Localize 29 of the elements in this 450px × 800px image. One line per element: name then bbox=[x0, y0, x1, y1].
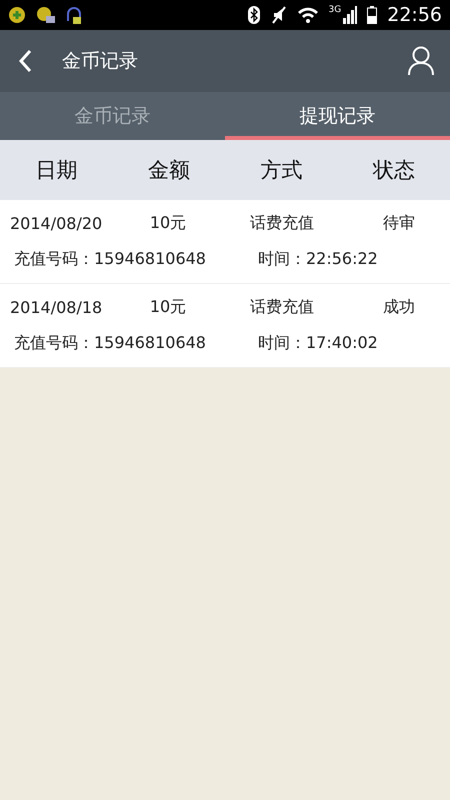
column-header: 金额 bbox=[146, 157, 191, 184]
back-icon[interactable] bbox=[18, 49, 32, 73]
wifi-icon bbox=[296, 7, 319, 23]
signal-icon bbox=[343, 6, 358, 24]
date-text: 2014/08/18 bbox=[9, 298, 104, 318]
record-row[interactable]: 2014/08/20 10元 话费充值 待审 充值号码：15946810648 时间：22:56:22 bbox=[0, 200, 450, 284]
method-text: 话费充值 bbox=[249, 213, 315, 234]
column-header: 状态 bbox=[372, 157, 416, 184]
record-row[interactable]: 2014/08/18 10元 话费充值 成功 充值号码：15946810648 时间：17:40:02 bbox=[0, 284, 450, 368]
screen-title: 金币记录 bbox=[62, 49, 139, 74]
network-type: 3G bbox=[328, 5, 342, 15]
time-text: 时间：22:56:22 bbox=[257, 248, 379, 270]
status-text: 成功 bbox=[382, 297, 416, 318]
clock: 22:56 bbox=[387, 4, 442, 26]
column-header: 方式 bbox=[259, 157, 304, 184]
user-icon[interactable] bbox=[408, 46, 434, 76]
amount-text: 10元 bbox=[148, 297, 188, 318]
phone-text: 充值号码：15946810648 bbox=[13, 332, 207, 354]
time-text: 时间：17:40:02 bbox=[257, 332, 379, 354]
phone-text: 充值号码：15946810648 bbox=[13, 248, 207, 270]
date-text: 2014/08/20 bbox=[9, 214, 104, 234]
column-header: 日期 bbox=[34, 157, 78, 184]
amount-text: 10元 bbox=[148, 213, 188, 234]
mute-icon bbox=[270, 6, 287, 24]
bluetooth-icon bbox=[246, 5, 261, 25]
battery-icon bbox=[367, 6, 378, 24]
app-icon bbox=[8, 6, 26, 24]
status-text: 待审 bbox=[382, 213, 416, 234]
method-text: 话费充值 bbox=[249, 297, 315, 318]
